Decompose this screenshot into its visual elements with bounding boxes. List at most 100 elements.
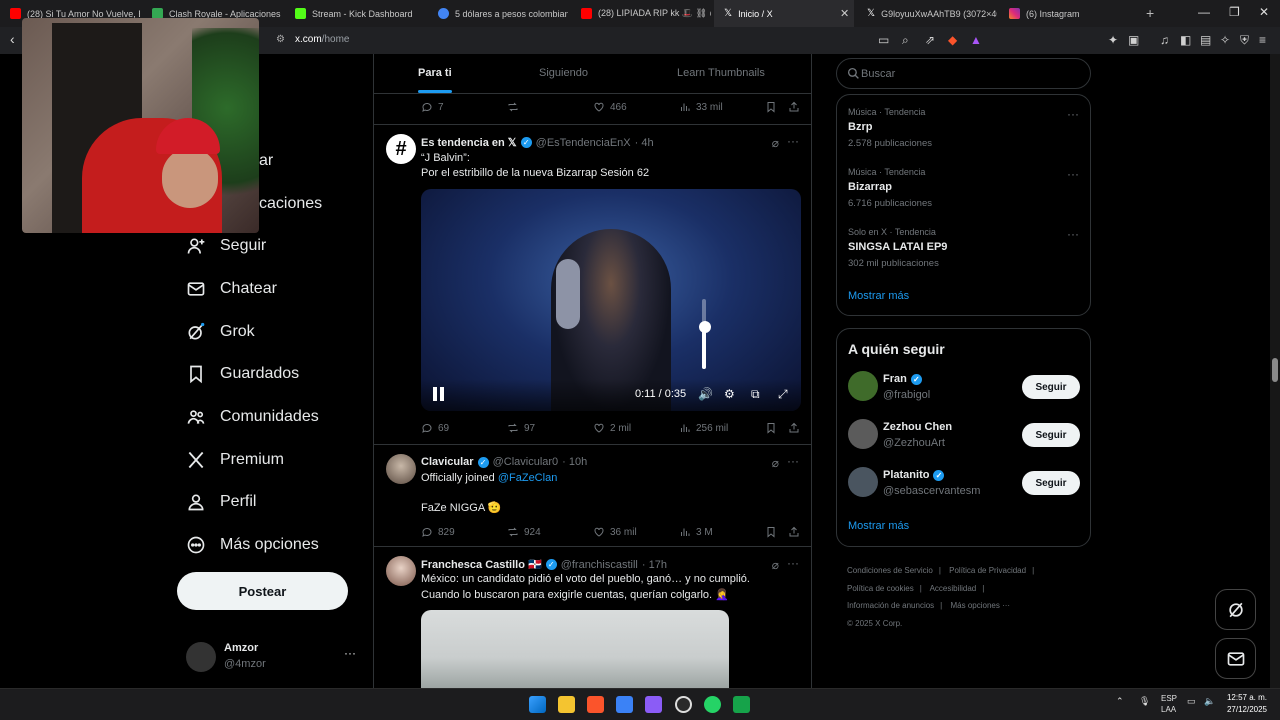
close-tab-icon[interactable]: ✕ <box>840 7 849 20</box>
vpn-icon[interactable]: ⛨ <box>1240 33 1249 48</box>
reply-button[interactable]: 7 <box>421 101 444 113</box>
search-input[interactable] <box>861 65 1076 83</box>
footer-link[interactable]: Más opciones ··· <box>950 601 1010 610</box>
trend-item[interactable]: Solo en X · Tendencia SINGSA LATAI EP9 3… <box>848 227 947 269</box>
bookmark-button[interactable] <box>765 422 777 434</box>
volume-handle[interactable] <box>699 321 711 333</box>
share-icon[interactable]: ⇗ <box>925 33 935 47</box>
show-more-link[interactable]: Mostrar más <box>848 290 909 302</box>
views-button[interactable]: 33 mil <box>679 101 723 113</box>
reply-button[interactable]: 829 <box>421 526 455 538</box>
more-icon[interactable]: ··· <box>1067 107 1079 121</box>
more-icon[interactable]: ··· <box>1067 167 1079 181</box>
site-settings-icon[interactable]: ⚙ <box>276 34 285 45</box>
grok-icon[interactable]: ⌀ <box>772 558 779 572</box>
footer-link[interactable]: Condiciones de Servicio <box>847 566 933 575</box>
tweet-author-name[interactable]: Franchesca Castillo 🇩🇴 <box>421 558 542 571</box>
browser-tab[interactable]: 5 dólares a pesos colombianos <box>428 0 568 27</box>
url-text[interactable]: x.com/home <box>295 34 349 45</box>
app-icon[interactable] <box>733 696 750 713</box>
tab-siguiendo[interactable]: Siguiendo <box>539 67 588 79</box>
browser-tab[interactable]: (28) LIPIADA RIP kk 🎩 ⛓ @E <box>571 0 711 27</box>
zoom-icon[interactable]: ⌕ <box>902 33 909 48</box>
bookmark-button[interactable] <box>765 101 777 113</box>
bookmark-button[interactable] <box>765 526 777 538</box>
avatar[interactable] <box>848 467 878 497</box>
repost-button[interactable]: 924 <box>507 526 541 538</box>
menu-icon[interactable]: ≡ <box>1259 33 1266 47</box>
wallet-icon[interactable]: ▤ <box>1200 33 1211 47</box>
volume-slider[interactable] <box>702 299 706 369</box>
music-icon[interactable]: ♫ <box>1160 33 1169 47</box>
show-more-link[interactable]: Mostrar más <box>848 520 909 532</box>
maximize-icon[interactable]: ❐ <box>1229 5 1240 19</box>
minimize-icon[interactable]: — <box>1198 5 1210 19</box>
more-icon[interactable]: ··· <box>787 454 799 468</box>
store-icon[interactable] <box>616 696 633 713</box>
post-button[interactable]: Postear <box>177 572 348 610</box>
follow-button[interactable]: Seguir <box>1022 471 1080 495</box>
volume-icon[interactable]: 🔈 <box>1204 696 1215 707</box>
footer-link[interactable]: Información de anuncios <box>847 601 934 610</box>
views-button[interactable]: 3 M <box>679 526 713 538</box>
rewards-icon[interactable]: ▲ <box>970 33 982 47</box>
chevron-up-icon[interactable]: ⌃ <box>1116 696 1124 707</box>
nav-item-chatear[interactable]: Chatear <box>186 279 277 299</box>
like-button[interactable]: 36 mil <box>593 526 637 538</box>
follow-suggestion[interactable]: Zezhou Chen @ZezhouArt Seguir <box>848 419 1080 451</box>
mention-link[interactable]: @FaZeClan <box>498 472 557 484</box>
tweet-author-handle[interactable]: @franchiscastill <box>561 559 638 571</box>
extensions-icon[interactable]: ✦ <box>1108 33 1118 47</box>
tweet-time[interactable]: · 10h <box>562 456 587 468</box>
avatar[interactable] <box>386 556 416 586</box>
pause-icon[interactable] <box>433 387 445 401</box>
browser-tab[interactable]: (6) Instagram <box>999 0 1139 27</box>
nav-item-seguir[interactable]: Seguir <box>186 236 266 256</box>
footer-link[interactable]: Política de cookies <box>847 584 914 593</box>
network-icon[interactable]: ▭ <box>1187 696 1196 707</box>
repost-button[interactable]: 97 <box>507 422 535 434</box>
reply-button[interactable]: 69 <box>421 422 449 434</box>
follow-button[interactable]: Seguir <box>1022 423 1080 447</box>
messages-fab-button[interactable] <box>1215 638 1256 679</box>
follow-button[interactable]: Seguir <box>1022 375 1080 399</box>
footer-link[interactable]: Accesibilidad <box>930 584 977 593</box>
close-window-icon[interactable]: ✕ <box>1259 5 1269 19</box>
read-mode-icon[interactable]: ▭ <box>878 33 889 47</box>
tab-learn-thumbnails[interactable]: Learn Thumbnails <box>677 67 765 79</box>
tweet-image[interactable] <box>421 610 729 688</box>
browser-tab[interactable]: 𝕏G9loyuuXwAAhTB9 (3072×4096) <box>857 0 997 27</box>
nav-item-grok[interactable]: Grok <box>186 322 255 342</box>
nav-item-comunidades[interactable]: Comunidades <box>186 407 319 427</box>
fullscreen-icon[interactable]: ⤢ <box>778 387 788 402</box>
share-button[interactable] <box>788 526 800 538</box>
tab-para-ti[interactable]: Para ti <box>418 67 452 79</box>
more-icon[interactable]: ··· <box>1067 227 1079 241</box>
back-icon[interactable]: ‹ <box>10 31 15 47</box>
settings-icon[interactable]: ⚙ <box>724 387 735 401</box>
tweet-time[interactable]: · 17h <box>642 559 667 571</box>
leo-icon[interactable]: ✧ <box>1220 33 1230 47</box>
grok-icon[interactable]: ⌀ <box>772 136 779 150</box>
nav-item-perfil[interactable]: Perfil <box>186 492 256 512</box>
browser-tab-active[interactable]: 𝕏 Inicio / X <box>714 0 854 27</box>
sidebar-icon[interactable]: ◧ <box>1180 33 1191 47</box>
more-icon[interactable]: ··· <box>344 646 356 660</box>
avatar[interactable]: # <box>386 134 416 164</box>
file-explorer-icon[interactable] <box>558 696 575 713</box>
microphone-icon[interactable]: 🎙 <box>1139 696 1150 707</box>
scrollbar-thumb[interactable] <box>1272 358 1278 382</box>
taskbar-clock[interactable]: 12:57 a. m. 27/12/2025 <box>1223 692 1267 716</box>
game-icon[interactable] <box>645 696 662 713</box>
tweet-author-name[interactable]: Es tendencia en 𝕏 <box>421 136 517 149</box>
views-button[interactable]: 256 mil <box>679 422 728 434</box>
like-button[interactable]: 2 mil <box>593 422 631 434</box>
tweet-author-name[interactable]: Clavicular <box>421 456 474 468</box>
language-indicator[interactable]: ESP LAA <box>1161 693 1177 715</box>
follow-suggestion[interactable]: Platanito ✓ @sebascervantesm Seguir <box>848 467 1080 499</box>
grok-icon[interactable]: ⌀ <box>772 456 779 470</box>
browser-tab[interactable]: Stream - Kick Dashboard <box>285 0 425 27</box>
share-button[interactable] <box>788 101 800 113</box>
trend-item[interactable]: Música · Tendencia Bzrp 2.578 publicacio… <box>848 107 932 149</box>
nav-item-mas-opciones[interactable]: Más opciones <box>186 535 319 555</box>
